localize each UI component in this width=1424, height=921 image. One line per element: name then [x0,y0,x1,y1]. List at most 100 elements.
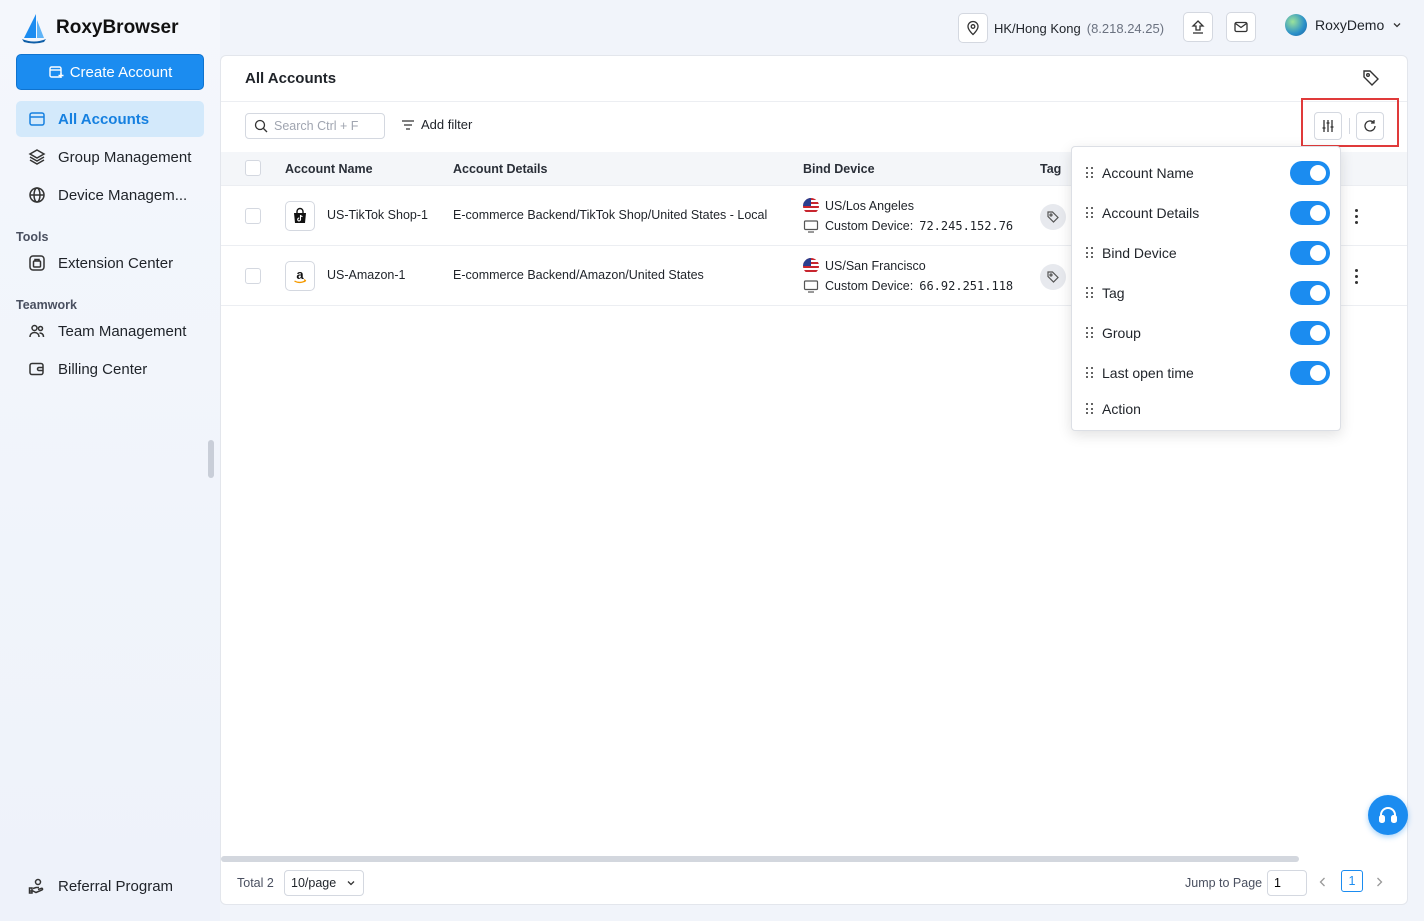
support-button[interactable] [1368,795,1408,835]
drag-handle-icon[interactable] [1086,247,1094,259]
sidebar-item-extension-center[interactable]: Extension Center [16,245,204,281]
sidebar: RoxyBrowser Create Account All Accounts … [0,0,220,921]
column-toggle[interactable] [1290,281,1330,305]
sidebar-item-label: Billing Center [58,360,148,378]
column-option-action[interactable]: Action [1086,397,1330,421]
user-menu[interactable]: RoxyDemo [1285,14,1402,36]
create-account-label: Create Account [69,63,173,81]
device-custom: Custom Device: 66.92.251.118 [803,278,1013,294]
column-toggle[interactable] [1290,161,1330,185]
row-checkbox[interactable] [245,268,261,284]
column-option-label: Last open time [1102,365,1194,381]
drag-handle-icon[interactable] [1086,167,1094,179]
location-indicator[interactable]: HK/Hong Kong (8.218.24.25) [958,12,1170,44]
drag-handle-icon[interactable] [1086,287,1094,299]
row-tag-button[interactable] [1040,204,1066,230]
upload-button[interactable] [1183,12,1213,42]
select-all-checkbox[interactable] [245,160,261,176]
drag-handle-icon[interactable] [1086,207,1094,219]
sidebar-item-team-management[interactable]: Team Management [16,313,204,349]
column-option-last-open-time[interactable]: Last open time [1086,361,1330,385]
location-ip: (8.218.24.25) [1086,20,1165,36]
toolbar-divider [1349,118,1350,134]
device-location: US/Los Angeles [803,198,914,214]
col-bind-device[interactable]: Bind Device [803,162,875,176]
sidebar-item-group-management[interactable]: Group Management [16,139,204,175]
row-more-button[interactable] [1349,204,1363,228]
page-size-select[interactable]: 10/page [284,870,364,896]
row-tag-button[interactable] [1040,264,1066,290]
create-account-button[interactable]: Create Account [16,54,204,90]
horizontal-scrollbar[interactable] [221,856,1299,862]
account-details: E-commerce Backend/TikTok Shop/United St… [453,208,768,222]
column-toggle[interactable] [1290,201,1330,225]
device-custom: Custom Device: 72.245.152.76 [803,218,1013,234]
search-box[interactable] [245,113,385,139]
app-logo[interactable]: RoxyBrowser [20,12,179,44]
tag-icon[interactable] [1361,68,1381,88]
col-account-details[interactable]: Account Details [453,162,547,176]
device-location-text: US/San Francisco [825,259,926,273]
column-toggle[interactable] [1290,361,1330,385]
sidebar-item-label: All Accounts [58,110,150,128]
column-option-bind-device[interactable]: Bind Device [1086,241,1330,265]
column-option-tag[interactable]: Tag [1086,281,1330,305]
sidebar-item-label: Extension Center [58,254,174,272]
chevron-left-icon[interactable] [1317,876,1329,888]
device-label: Custom Device: [825,279,914,293]
filter-icon [402,119,414,130]
device-location: US/San Francisco [803,258,926,274]
device-ip: 72.245.152.76 [919,219,1014,233]
col-tag[interactable]: Tag [1040,162,1061,176]
row-checkbox[interactable] [245,208,261,224]
wallet-icon [29,362,44,376]
column-settings-button[interactable] [1314,112,1342,140]
teamwork-section-label: Teamwork [16,298,77,312]
messages-button[interactable] [1226,12,1256,42]
tiktok-shop-icon [285,201,315,231]
device-ip: 66.92.251.118 [919,279,1014,293]
col-account-name[interactable]: Account Name [285,162,373,176]
column-option-label: Account Name [1102,165,1194,181]
header-divider [221,101,1407,102]
add-filter-button[interactable]: Add filter [401,117,472,132]
sidebar-scrollbar[interactable] [208,440,214,478]
tools-section-label: Tools [16,230,49,244]
monitor-icon [803,280,819,293]
mail-icon [1234,21,1248,33]
column-option-account-name[interactable]: Account Name [1086,161,1330,185]
account-name[interactable]: US-Amazon-1 [327,268,406,282]
page-title: All Accounts [245,70,337,87]
page-button-1[interactable]: 1 [1341,870,1363,892]
column-toggle[interactable] [1290,321,1330,345]
search-input[interactable] [274,119,374,133]
column-option-group[interactable]: Group [1086,321,1330,345]
page-size-value: 10/page [291,876,337,890]
location-button[interactable] [958,13,988,43]
refresh-button[interactable] [1356,112,1384,140]
extension-icon [29,255,45,271]
drag-handle-icon[interactable] [1086,367,1094,379]
chevron-right-icon[interactable] [1373,876,1385,888]
us-flag-icon [803,198,819,214]
amazon-icon: a [285,261,315,291]
search-icon [254,119,268,133]
sidebar-item-referral-program[interactable]: Referral Program [16,868,204,904]
sidebar-item-all-accounts[interactable]: All Accounts [16,101,204,137]
row-more-button[interactable] [1349,264,1363,288]
jump-page-input[interactable] [1267,870,1307,896]
column-option-account-details[interactable]: Account Details [1086,201,1330,225]
sidebar-item-device-management[interactable]: Device Managem... [16,177,204,213]
sidebar-item-billing-center[interactable]: Billing Center [16,351,204,387]
account-name[interactable]: US-TikTok Shop-1 [327,208,428,222]
sidebar-item-label: Device Managem... [58,186,188,204]
create-icon [49,66,64,78]
column-toggle[interactable] [1290,241,1330,265]
jump-label: Jump to Page [1185,876,1263,890]
add-filter-label: Add filter [421,117,473,132]
device-label: Custom Device: [825,219,914,233]
account-details: E-commerce Backend/Amazon/United States [453,268,704,282]
drag-handle-icon[interactable] [1086,327,1094,339]
drag-handle-icon[interactable] [1086,403,1094,415]
location-text: HK/Hong Kong [994,20,1081,36]
